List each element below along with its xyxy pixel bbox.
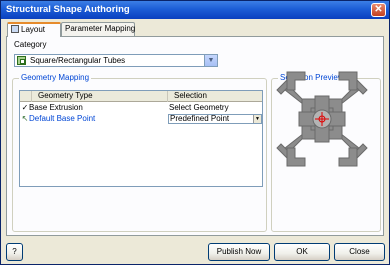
publish-now-label: Publish Now	[216, 247, 262, 256]
window-title: Structural Shape Authoring	[6, 4, 130, 15]
column-header-geometry-type-label: Geometry Type	[38, 91, 93, 100]
publish-now-button[interactable]: Publish Now	[208, 243, 270, 261]
column-header-geometry-type[interactable]: Geometry Type	[32, 91, 168, 102]
selection-dropdown-value: Predefined Point	[170, 114, 230, 123]
geometry-mapping-group: Geometry Mapping Geometry Type Selection…	[12, 73, 267, 232]
grid-header: Geometry Type Selection	[20, 91, 262, 102]
column-header-selection-label: Selection	[174, 91, 207, 100]
chevron-down-icon[interactable]: ▼	[253, 115, 261, 123]
tube-shape-icon	[17, 56, 26, 65]
geometry-type-cell: Default Base Point	[29, 114, 96, 123]
column-header-selection[interactable]: Selection	[168, 91, 262, 102]
close-label: Close	[349, 247, 370, 256]
profile-preview-image	[276, 71, 368, 167]
dialog-window: Structural Shape Authoring ✕ Layout Para…	[0, 0, 390, 265]
table-row[interactable]: ✓ Base Extrusion Select Geometry	[20, 103, 262, 113]
selection-dropdown[interactable]: Predefined Point ▼	[168, 114, 262, 124]
title-bar[interactable]: Structural Shape Authoring ✕	[1, 1, 389, 19]
ok-label: OK	[296, 247, 308, 256]
category-dropdown[interactable]: Square/Rectangular Tubes ▼	[14, 54, 218, 67]
tab-layout[interactable]: Layout	[7, 22, 61, 37]
close-icon: ✕	[374, 4, 383, 15]
pointer-icon: ↖	[21, 114, 29, 123]
geometry-mapping-title: Geometry Mapping	[19, 73, 92, 82]
table-row[interactable]: ↖ Default Base Point Predefined Point ▼	[20, 114, 262, 124]
checkmark-icon: ✓	[21, 103, 29, 112]
category-label: Category	[14, 40, 47, 49]
grid-header-mark	[20, 91, 32, 102]
chevron-down-icon[interactable]: ▼	[204, 55, 217, 66]
help-icon: ?	[12, 247, 17, 256]
tab-parameter-mapping[interactable]: Parameter Mapping	[61, 22, 135, 36]
selection-cell[interactable]: Select Geometry	[169, 103, 229, 113]
help-button[interactable]: ?	[6, 243, 23, 261]
tab-layout-label: Layout	[21, 25, 46, 34]
window-close-button[interactable]: ✕	[371, 3, 386, 17]
tab-parameter-mapping-label: Parameter Mapping	[65, 24, 136, 33]
close-button[interactable]: Close	[334, 243, 385, 261]
geometry-type-cell: Base Extrusion	[29, 103, 83, 112]
layout-icon	[11, 25, 19, 33]
geometry-mapping-grid: Geometry Type Selection ✓ Base Extrusion…	[19, 90, 263, 187]
ok-button[interactable]: OK	[274, 243, 330, 261]
category-value: Square/Rectangular Tubes	[30, 56, 126, 65]
